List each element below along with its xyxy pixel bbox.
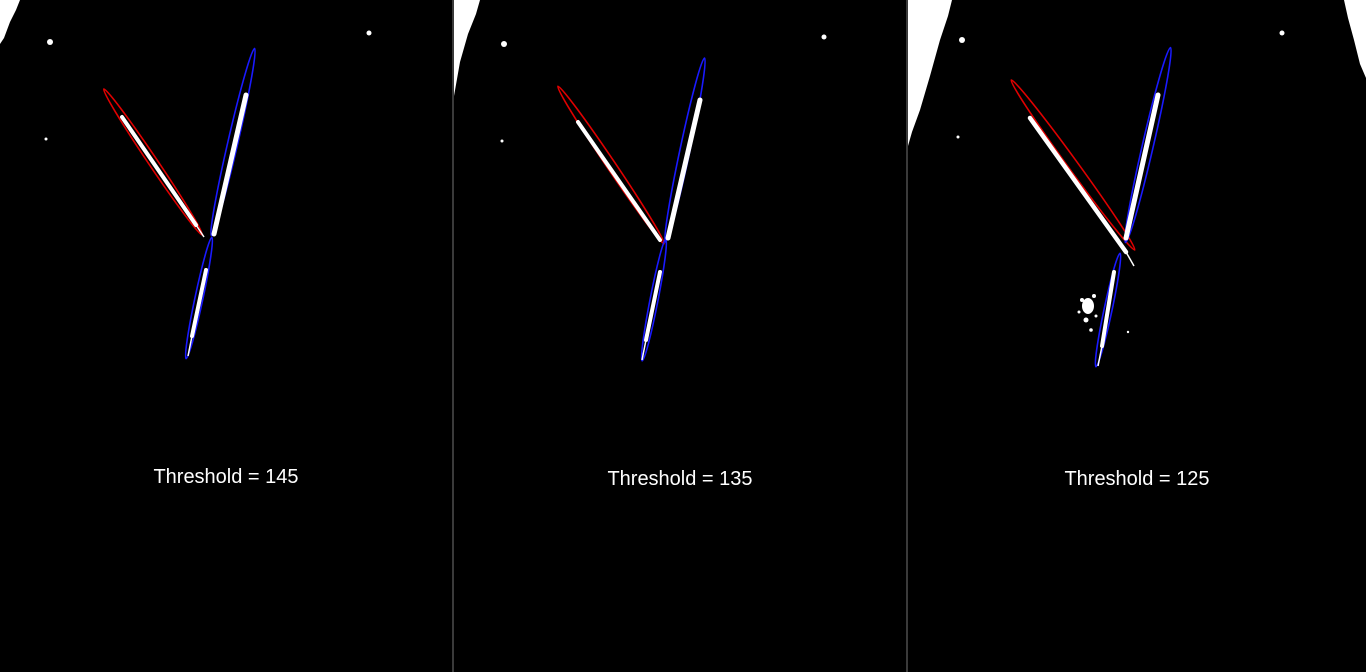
threshold-panel-145: Threshold = 145 xyxy=(0,0,452,672)
speck xyxy=(47,39,53,45)
threshold-panel-125: Threshold = 125 xyxy=(908,0,1366,672)
speck xyxy=(366,30,372,36)
binary-image-145 xyxy=(0,0,372,360)
binary-image-125 xyxy=(908,0,1366,368)
blue-hand-segment-upper xyxy=(665,97,703,241)
blue-hand-segment-upper xyxy=(1123,92,1161,241)
red-hand-segment xyxy=(576,120,662,242)
red-hand-segment xyxy=(120,115,198,227)
binary-image-135 xyxy=(454,0,827,362)
threshold-caption: Threshold = 145 xyxy=(153,466,299,488)
blue-fit-ellipse-upper xyxy=(664,57,706,243)
speck xyxy=(1279,30,1285,36)
blue-hand-segment-upper xyxy=(211,92,249,237)
red-fit-ellipse xyxy=(1010,79,1136,251)
speck xyxy=(959,37,965,43)
red-hand-segment xyxy=(1027,115,1129,255)
speck xyxy=(500,139,504,143)
corner-blob-top-left xyxy=(0,0,20,44)
corner-blob-top-right xyxy=(1344,0,1366,78)
speck xyxy=(956,135,960,139)
red-fit-ellipse xyxy=(556,85,666,245)
speck xyxy=(501,41,507,47)
corner-blob-top-left xyxy=(454,0,480,96)
red-hand-tip xyxy=(1125,251,1135,267)
threshold-caption: Threshold = 125 xyxy=(1064,468,1210,490)
threshold-caption: Threshold = 135 xyxy=(607,468,753,490)
corner-blob-top-left xyxy=(908,0,952,146)
threshold-panel-135: Threshold = 135 xyxy=(454,0,906,672)
speck xyxy=(44,137,48,141)
speck xyxy=(821,34,827,40)
